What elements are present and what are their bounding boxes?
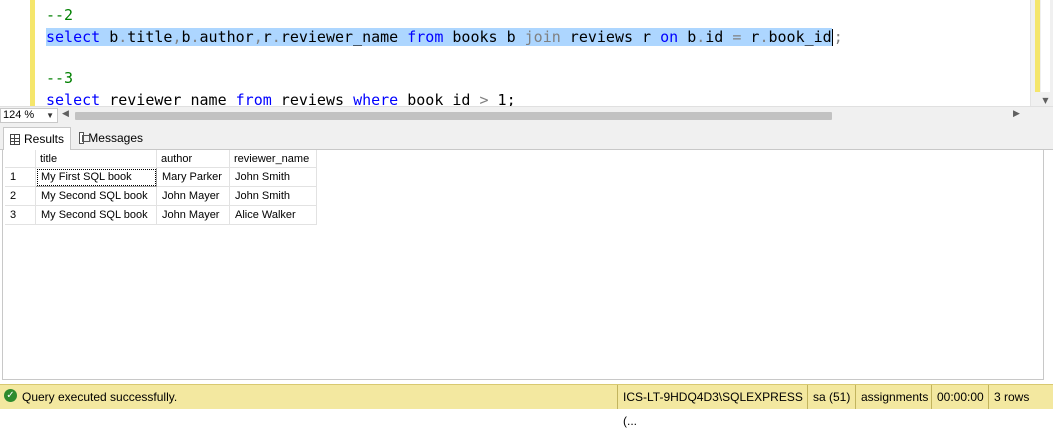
cell-title[interactable]: My Second SQL book	[35, 186, 157, 206]
success-check-icon: ✓	[4, 389, 17, 402]
zoom-select[interactable]: 124 % ▼	[0, 108, 58, 123]
cell-reviewer-name[interactable]: John Smith	[229, 167, 317, 187]
column-header-title[interactable]: title	[35, 150, 157, 168]
query-status-bar: ✓ Query executed successfully. ICS-LT-9H…	[0, 384, 1053, 428]
tab-messages[interactable]: Messages	[73, 127, 149, 148]
column-header-author[interactable]: author	[156, 150, 230, 168]
tab-messages-label: Messages	[88, 130, 143, 145]
cell-reviewer-name[interactable]: Alice Walker	[229, 205, 317, 225]
zoom-value: 124 %	[3, 109, 35, 121]
code-line-where-query: select reviewer_name from reviews where …	[46, 91, 516, 106]
horizontal-scroll-thumb[interactable]	[75, 112, 832, 120]
code-line-comment-3: --3	[46, 69, 74, 87]
status-elapsed-time: 00:00:00	[931, 385, 988, 409]
text-caret	[831, 29, 833, 46]
status-server: ICS-LT-9HDQ4D3\SQLEXPRESS (...	[617, 385, 806, 428]
status-row-count: 3 rows	[988, 385, 1053, 409]
status-message: Query executed successfully.	[22, 390, 178, 404]
chevron-down-icon[interactable]: ▼	[46, 109, 54, 122]
row-number[interactable]: 1	[5, 167, 36, 187]
editor-bottom-bar: 124 % ▼ ◀ ▶	[0, 106, 1053, 125]
tab-results-label: Results	[23, 132, 64, 146]
status-user: sa (51)	[807, 385, 855, 409]
results-tab-strip: Results Messages	[0, 125, 1053, 150]
table-row[interactable]: 1 My First SQL book Mary Parker John Smi…	[5, 167, 317, 187]
editor-vertical-scrollbar[interactable]: ▼	[1030, 0, 1053, 106]
editor-margin	[0, 0, 30, 106]
cell-reviewer-name[interactable]: John Smith	[229, 186, 317, 206]
scroll-left-arrow-icon[interactable]: ◀	[62, 109, 69, 119]
query-editor[interactable]: --2 select b.title,b.author,r.reviewer_n…	[0, 0, 1053, 106]
scroll-down-arrow-icon[interactable]: ▼	[1041, 96, 1050, 105]
cell-title[interactable]: My First SQL book	[35, 167, 157, 187]
table-row[interactable]: 3 My Second SQL book John Mayer Alice Wa…	[5, 205, 317, 225]
grid-header-row: title author reviewer_name	[5, 150, 317, 168]
results-grid: title author reviewer_name 1 My First SQ…	[5, 150, 317, 225]
cell-author[interactable]: John Mayer	[156, 205, 230, 225]
change-overview-strip	[1035, 0, 1040, 92]
row-number[interactable]: 2	[5, 186, 36, 206]
row-number[interactable]: 3	[5, 205, 36, 225]
change-tracking-strip	[30, 0, 35, 106]
cell-title[interactable]: My Second SQL book	[35, 205, 157, 225]
cell-author[interactable]: Mary Parker	[156, 167, 230, 187]
results-grid-pane[interactable]: title author reviewer_name 1 My First SQ…	[2, 150, 1044, 380]
cell-author[interactable]: John Mayer	[156, 186, 230, 206]
code-line-join-query: select b.title,b.author,r.reviewer_name …	[46, 28, 843, 46]
code-line-comment-2: --2	[46, 6, 74, 24]
grid-icon	[10, 133, 20, 145]
table-row[interactable]: 2 My Second SQL book John Mayer John Smi…	[5, 186, 317, 206]
scroll-corner	[1031, 107, 1053, 125]
messages-icon	[79, 131, 91, 144]
scroll-right-arrow-icon[interactable]: ▶	[1013, 109, 1020, 119]
vertical-scroll-thumb[interactable]	[1041, 0, 1050, 92]
status-database: assignments	[855, 385, 931, 409]
tab-results[interactable]: Results	[3, 127, 71, 150]
column-header-reviewer-name[interactable]: reviewer_name	[229, 150, 317, 168]
row-number-header[interactable]	[5, 150, 36, 168]
